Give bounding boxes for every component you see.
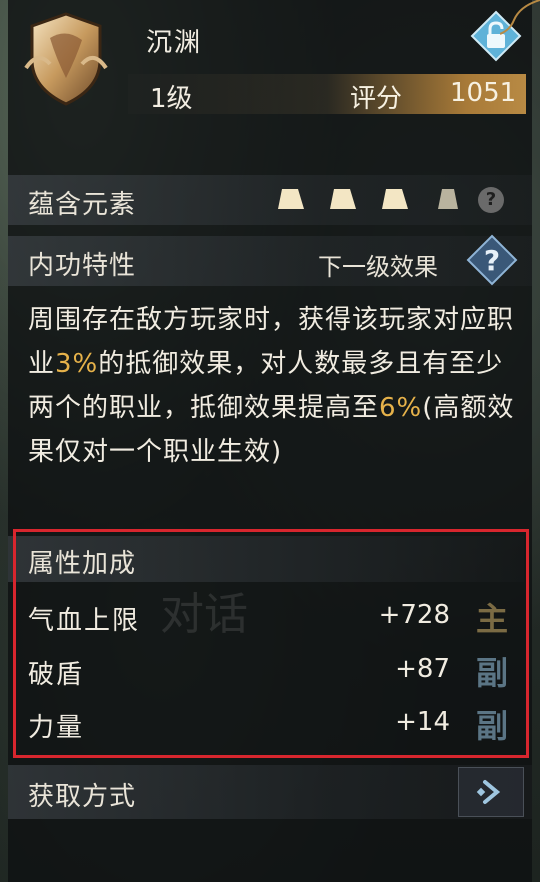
inner-skill-row: 内功特性 下一级效果 ? (8, 234, 532, 286)
level-score-bar: 1级 评分 1051 (128, 74, 526, 114)
element-icon[interactable] (380, 185, 410, 211)
elements-row: 蕴含元素 ? (8, 175, 532, 225)
item-title: 沉渊 (146, 28, 203, 58)
acquire-label: 获取方式 (28, 782, 137, 812)
score-value: 1051 (450, 78, 517, 108)
attributes-highlight-frame (13, 529, 529, 758)
element-icon[interactable] (276, 185, 306, 211)
acquire-row: 获取方式 (8, 765, 532, 819)
acquire-button[interactable] (458, 767, 524, 817)
elements-label: 蕴含元素 (28, 190, 137, 220)
item-level: 1级 (150, 84, 193, 114)
corner-ornament-icon (500, 0, 540, 35)
skill-description: 周围存在敌方玩家时，获得该玩家对应职业3%的抵御效果，对人数最多且有至少两个的职… (28, 298, 518, 474)
element-icon[interactable] (432, 185, 462, 211)
diamond-help-icon[interactable]: ? (464, 232, 520, 288)
item-header: 沉渊 1级 评分 1051 (0, 0, 540, 118)
next-level-effect-link[interactable]: 下一级效果 (318, 247, 438, 282)
arrow-right-icon (476, 780, 501, 804)
description-value: 3% (55, 349, 99, 379)
element-icon[interactable] (328, 185, 358, 211)
inner-skill-label: 内功特性 (28, 251, 137, 281)
emblem-icon (24, 12, 108, 106)
score-label: 评分 (350, 84, 403, 114)
svg-text:?: ? (484, 244, 500, 277)
help-icon[interactable]: ? (478, 187, 504, 213)
description-value: 6% (379, 393, 423, 423)
